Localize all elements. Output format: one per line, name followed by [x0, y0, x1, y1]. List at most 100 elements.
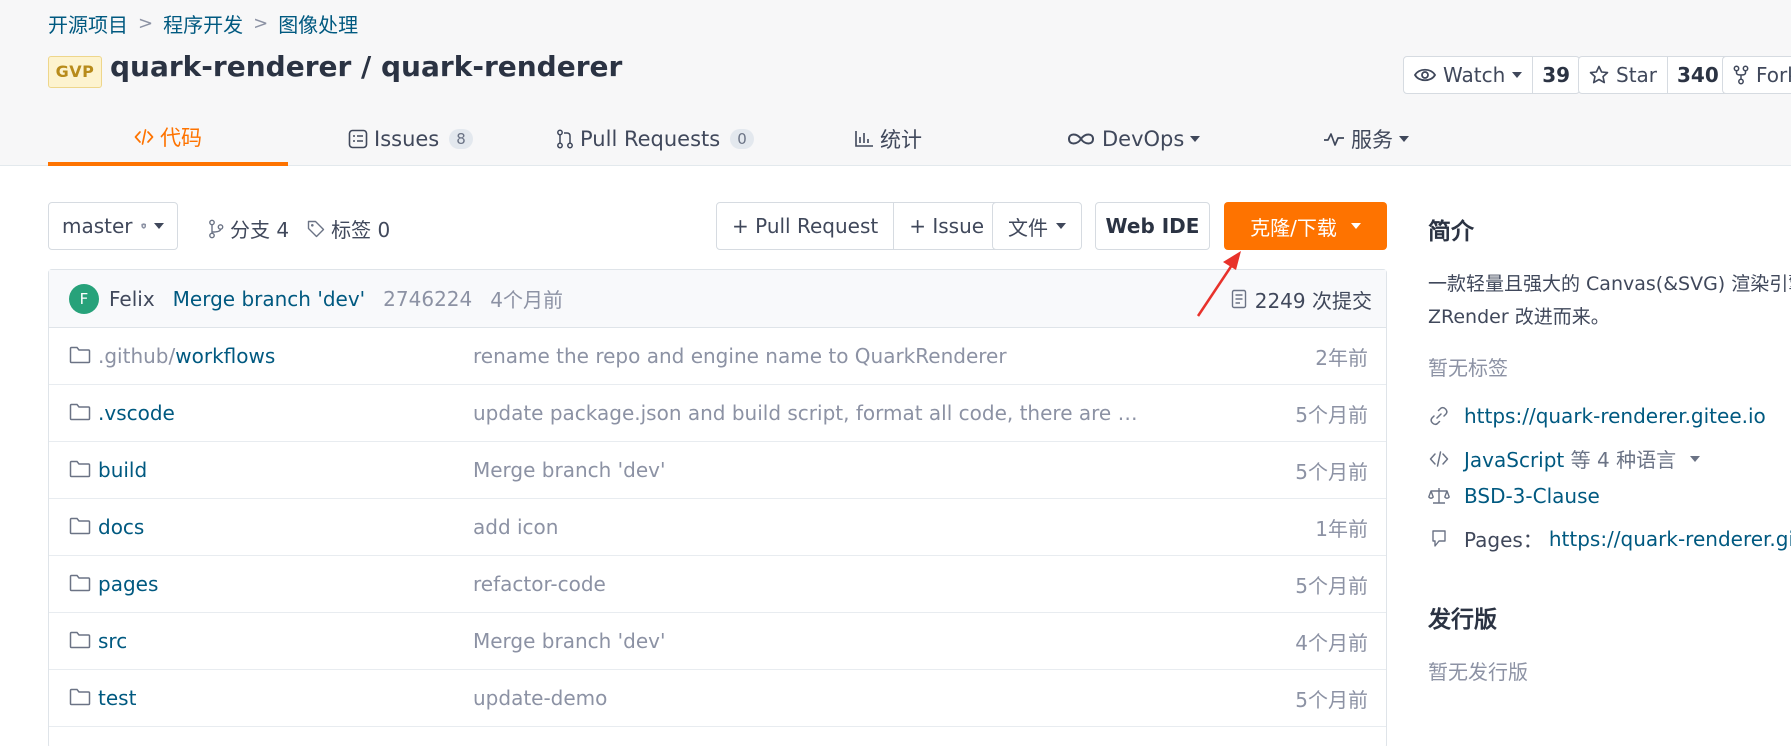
releases-heading: 发行版 [1428, 607, 1497, 633]
star-button[interactable]: Star [1579, 57, 1667, 93]
clone-download-button[interactable]: 克隆/下载 [1224, 202, 1387, 250]
folder-icon [69, 517, 91, 535]
tab-devops[interactable]: DevOps [1066, 112, 1201, 166]
commit-log-icon [1231, 289, 1246, 309]
pages-row: Pages： https://quark-renderer.gitee.io [1428, 524, 1791, 553]
website-row: https://quark-renderer.gitee.io [1428, 404, 1766, 428]
scale-icon [1428, 488, 1450, 504]
table-row[interactable]: docs add icon 1年前 [49, 499, 1386, 556]
file-commit-time: 2年前 [1315, 345, 1368, 370]
tab-services[interactable]: 服务 [1323, 112, 1409, 166]
website-link[interactable]: https://quark-renderer.gitee.io [1464, 404, 1766, 428]
file-commit-message[interactable]: refactor-code [473, 572, 606, 596]
chevron-down-icon [154, 223, 164, 229]
tab-issues[interactable]: Issues 8 [348, 112, 473, 166]
watch-count[interactable]: 39 [1532, 57, 1579, 93]
new-issue-button[interactable]: + Issue [893, 203, 999, 249]
tab-pull-requests[interactable]: Pull Requests 0 [556, 112, 754, 166]
file-name[interactable]: docs [98, 515, 144, 539]
language-link[interactable]: JavaScript [1464, 448, 1564, 472]
commit-message[interactable]: Merge branch 'dev' [173, 287, 366, 311]
commit-count-link[interactable]: 2249 次提交 [1231, 270, 1372, 328]
file-dropdown-button[interactable]: 文件 [992, 202, 1082, 250]
file-commit-time: 5个月前 [1295, 687, 1368, 712]
gvp-badge[interactable]: GVP [48, 56, 102, 88]
web-ide-button[interactable]: Web IDE [1095, 202, 1210, 250]
commit-author[interactable]: Felix [109, 287, 155, 311]
eye-icon [1414, 68, 1436, 82]
branches-link[interactable]: 分支 4 [208, 214, 289, 243]
no-releases-text: 暂无发行版 [1428, 660, 1528, 684]
watch-button-group: Watch 39 [1403, 56, 1581, 94]
file-commit-message[interactable]: Merge branch 'dev' [473, 458, 666, 482]
watch-button[interactable]: Watch [1404, 57, 1532, 93]
chevron-down-icon [1512, 72, 1523, 78]
breadcrumb: 开源项目 > 程序开发 > 图像处理 [48, 9, 358, 38]
file-name-prefix: .github/ [98, 344, 176, 368]
chevron-down-icon [1350, 223, 1361, 229]
avatar[interactable]: F [69, 283, 99, 314]
tags-link[interactable]: 标签 0 [307, 214, 390, 243]
tab-label: Issues [374, 127, 440, 151]
tab-stats[interactable]: 统计 [854, 112, 922, 166]
file-name[interactable]: src [98, 629, 127, 653]
chevron-down-icon[interactable] [1690, 455, 1701, 462]
file-commit-time: 5个月前 [1295, 459, 1368, 484]
stats-icon [855, 131, 873, 147]
chevron-down-icon [1056, 223, 1066, 229]
new-pull-request-button[interactable]: + Pull Request [717, 203, 893, 249]
breadcrumb-separator: > [253, 13, 269, 34]
folder-icon [69, 688, 91, 706]
folder-icon [69, 574, 91, 592]
star-button-group: Star 340 [1578, 56, 1729, 94]
commit-count: 2249 次提交 [1254, 288, 1372, 313]
file-commit-message[interactable]: add icon [473, 515, 558, 539]
file-commit-message[interactable]: rename the repo and engine name to Quark… [473, 344, 1007, 368]
fork-icon [1733, 65, 1749, 85]
table-row[interactable]: src Merge branch 'dev' 4个月前 [49, 613, 1386, 670]
file-name[interactable]: test [98, 686, 136, 710]
file-name[interactable]: .github/workflows [98, 344, 275, 368]
file-commit-message[interactable]: update package.json and build script, fo… [473, 401, 1143, 425]
chevron-down-icon [1190, 136, 1201, 142]
repo-title[interactable]: quark-renderer / quark-renderer [110, 50, 622, 83]
link-icon [1430, 406, 1448, 426]
file-commit-message[interactable]: update-demo [473, 686, 607, 710]
file-label: 文件 [1008, 215, 1048, 240]
pages-link[interactable]: https://quark-renderer.gitee.io [1549, 527, 1791, 551]
commit-time: 4个月前 [490, 288, 563, 312]
chevron-down-icon [1399, 136, 1409, 142]
table-row[interactable]: build Merge branch 'dev' 5个月前 [49, 442, 1386, 499]
table-row[interactable]: test update-demo 5个月前 [49, 670, 1386, 727]
no-tags-text: 暂无标签 [1428, 356, 1508, 380]
breadcrumb-item-open-source[interactable]: 开源项目 [48, 9, 128, 38]
table-row[interactable]: .github/workflows rename the repo and en… [49, 328, 1386, 385]
clone-label: 克隆/下载 [1250, 215, 1337, 240]
repo-header: 开源项目 > 程序开发 > 图像处理 GVP quark-renderer / … [0, 0, 1791, 166]
breadcrumb-item-dev[interactable]: 程序开发 [163, 9, 243, 38]
star-icon [1589, 65, 1609, 84]
fork-button[interactable]: Fork [1723, 57, 1791, 93]
branch-selector[interactable]: master [48, 202, 178, 250]
code-icon [1429, 450, 1449, 467]
license-link[interactable]: BSD-3-Clause [1464, 484, 1600, 508]
commit-sha[interactable]: 2746224 [383, 287, 472, 311]
file-commit-message[interactable]: Merge branch 'dev' [473, 629, 666, 653]
file-name[interactable]: .vscode [98, 401, 175, 425]
file-name[interactable]: pages [98, 572, 158, 596]
pr-issue-button-group: + Pull Request + Issue [716, 202, 1001, 250]
branches-label: 分支 4 [230, 218, 290, 242]
table-row[interactable]: .vscode update package.json and build sc… [49, 385, 1386, 442]
tags-label: 标签 0 [331, 218, 391, 242]
star-count[interactable]: 340 [1667, 57, 1728, 93]
file-name[interactable]: build [98, 458, 147, 482]
breadcrumb-item-image[interactable]: 图像处理 [278, 9, 358, 38]
breadcrumb-separator: > [138, 13, 154, 34]
branch-tag-summary: 分支 4 标签 0 [208, 214, 390, 243]
infinity-icon [1067, 133, 1095, 145]
license-row: BSD-3-Clause [1428, 484, 1600, 508]
shield-icon [140, 223, 146, 229]
tab-code[interactable]: 代码 [48, 112, 288, 166]
folder-icon [69, 346, 91, 364]
table-row[interactable]: pages refactor-code 5个月前 [49, 556, 1386, 613]
